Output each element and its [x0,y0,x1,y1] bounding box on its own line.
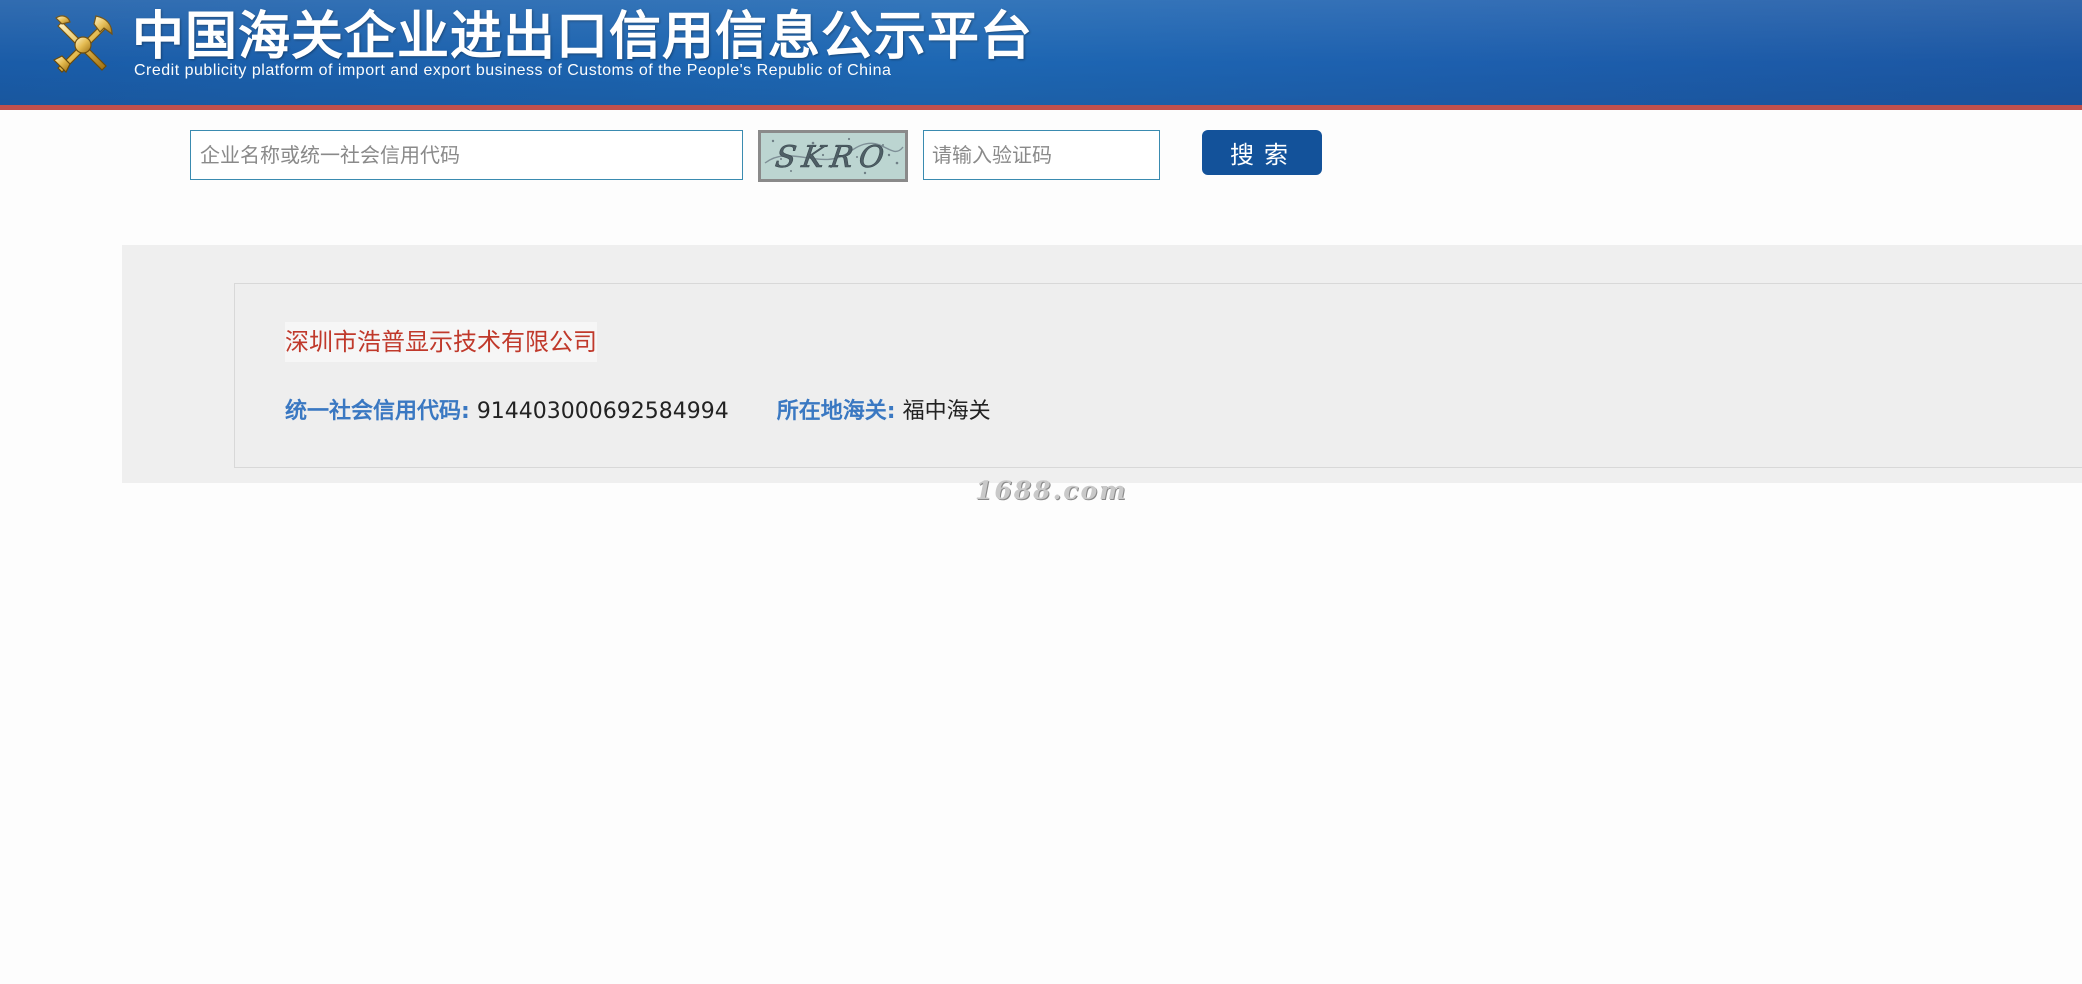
site-title: 中国海关企业进出口信用信息公示平台 [132,7,1034,67]
search-bar: SKRO 搜索 [0,110,2082,190]
company-search-input[interactable] [190,130,743,180]
captcha-noise-graphic: SKRO [761,133,905,179]
credit-code-label: 统一社会信用代码: [285,399,470,424]
company-name-link[interactable]: 深圳市浩普显示技术有限公司 [285,322,597,362]
captcha-text: SKRO [773,140,892,175]
result-card: 深圳市浩普显示技术有限公司 统一社会信用代码: 9144030006925849… [234,283,2082,468]
results-area: 深圳市浩普显示技术有限公司 统一社会信用代码: 9144030006925849… [122,245,2082,483]
captcha-image[interactable]: SKRO [758,130,908,182]
watermark: 1688.com [975,476,1128,505]
customs-label: 所在地海关: [776,399,896,424]
search-button[interactable]: 搜索 [1202,130,1322,175]
site-header: 中国海关企业进出口信用信息公示平台 Credit publicity platf… [0,0,2082,110]
site-subtitle: Credit publicity platform of import and … [134,62,892,79]
credit-code-value: 914403000692584994 [476,399,729,424]
customs-emblem-icon [52,15,113,74]
customs-value: 福中海关 [902,399,991,424]
company-info-row: 统一社会信用代码: 914403000692584994 所在地海关: 福中海关 [285,396,991,428]
captcha-input[interactable] [923,130,1160,180]
